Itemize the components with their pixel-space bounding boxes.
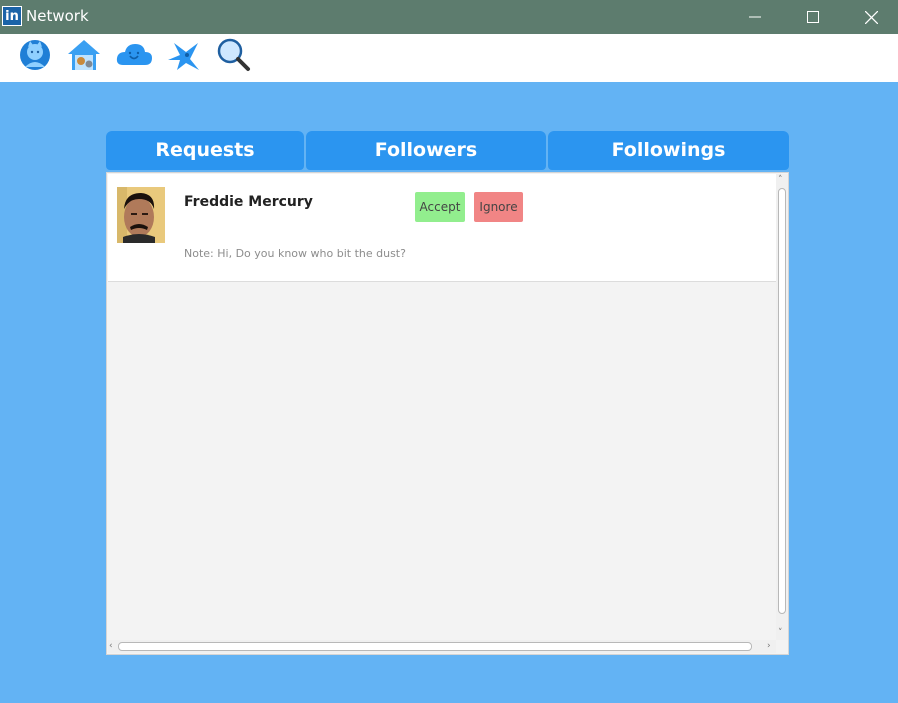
- app-logo-icon: in: [2, 6, 22, 26]
- tab-followings[interactable]: Followings: [548, 131, 789, 170]
- minimize-button[interactable]: [726, 0, 784, 34]
- scroll-right-icon[interactable]: ›: [767, 642, 771, 651]
- vertical-scroll-thumb[interactable]: [778, 188, 786, 614]
- bird-icon: [168, 43, 199, 70]
- home-button[interactable]: [66, 37, 102, 73]
- vertical-scrollbar[interactable]: ˄ ˅: [776, 174, 788, 640]
- close-icon: [864, 10, 878, 24]
- request-name: Freddie Mercury: [184, 194, 313, 210]
- toolbar: [0, 34, 898, 82]
- ignore-button[interactable]: Ignore: [474, 192, 523, 222]
- home-icon: [68, 40, 100, 70]
- maximize-button[interactable]: [784, 0, 842, 34]
- close-button[interactable]: [842, 0, 898, 34]
- accept-button[interactable]: Accept: [415, 192, 465, 222]
- window-title: Network: [26, 7, 89, 25]
- cloud-icon: [116, 44, 152, 65]
- requests-panel: Freddie Mercury Accept Ignore Note: Hi, …: [106, 172, 789, 655]
- horizontal-scroll-thumb[interactable]: [118, 642, 752, 651]
- cloud-button[interactable]: [115, 37, 152, 73]
- tab-followers[interactable]: Followers: [306, 131, 546, 170]
- avatar: [117, 187, 165, 243]
- scroll-up-icon[interactable]: ˄: [778, 176, 783, 185]
- network-tabs: Requests Followers Followings: [106, 131, 789, 170]
- profile-avatar-icon: [20, 40, 50, 70]
- scroll-down-icon[interactable]: ˅: [778, 629, 783, 638]
- profile-button[interactable]: [17, 37, 53, 73]
- horizontal-scrollbar[interactable]: ‹ ›: [108, 640, 776, 653]
- search-icon: [217, 38, 250, 71]
- maximize-icon: [807, 11, 819, 23]
- tab-requests[interactable]: Requests: [106, 131, 304, 170]
- person-photo-icon: [117, 187, 165, 243]
- scroll-left-icon[interactable]: ‹: [109, 642, 113, 651]
- minimize-icon: [749, 16, 761, 18]
- title-bar: in Network: [0, 0, 898, 34]
- messages-button[interactable]: [165, 37, 201, 73]
- request-card: Freddie Mercury Accept Ignore Note: Hi, …: [108, 174, 776, 282]
- search-button[interactable]: [215, 37, 251, 73]
- request-note: Note: Hi, Do you know who bit the dust?: [184, 247, 406, 260]
